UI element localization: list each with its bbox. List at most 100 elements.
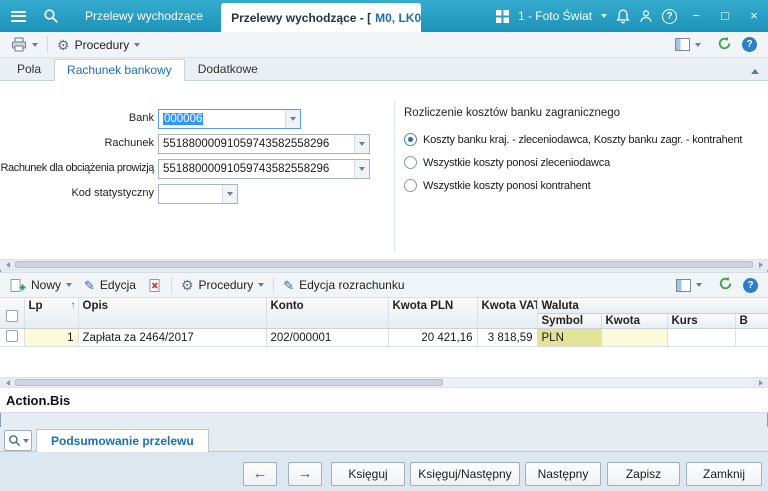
bank-combobox[interactable]: 000006 (158, 109, 301, 129)
grid-horizontal-scrollbar (0, 377, 768, 388)
cell-konto[interactable]: 202/000001 (266, 328, 389, 347)
scrollbar-thumb[interactable] (15, 379, 444, 386)
zapisz-button[interactable]: Zapisz (607, 462, 680, 486)
column-header-symbol[interactable]: Symbol (537, 313, 602, 329)
radio-wszystkie-zleceniodawca[interactable]: Wszystkie koszty ponosi zleceniodawca (404, 156, 610, 169)
tab-podsumowanie-przelewu[interactable]: Podsumowanie przelewu (36, 429, 209, 452)
user-icon[interactable] (639, 9, 653, 23)
cell-kwota[interactable] (601, 328, 668, 347)
help-icon[interactable]: ? (662, 8, 677, 24)
chevron-down-icon[interactable] (354, 135, 369, 153)
tab-przelewy-wychodzace[interactable]: Przelewy wychodzące (75, 9, 213, 23)
row-checkbox[interactable] (5, 330, 18, 342)
window-minimize-button[interactable]: − (686, 1, 706, 31)
chevron-down-icon[interactable] (32, 42, 38, 47)
cell-kwota-vat[interactable]: 3 818,59 (477, 328, 538, 347)
radio-koszty-kraj-zagr[interactable]: Koszty banku kraj. - zleceniodawca, Kosz… (404, 133, 742, 146)
help-button[interactable]: ? (743, 277, 758, 293)
column-group-waluta[interactable]: Waluta (537, 298, 768, 314)
print-button[interactable] (5, 35, 44, 54)
cell-lp[interactable]: 1 (24, 328, 79, 347)
nastepny-button[interactable]: Następny (525, 462, 601, 486)
company-selector[interactable]: 1 - Foto Świat (518, 9, 592, 23)
chevron-down-icon[interactable] (222, 185, 237, 203)
scroll-left-arrow[interactable] (0, 378, 15, 387)
cost-group-title: Rozliczenie kosztów banku zagranicznego (404, 107, 621, 119)
cell-symbol[interactable]: PLN (537, 328, 602, 347)
scroll-left-arrow[interactable] (0, 260, 15, 269)
select-all-header[interactable] (0, 298, 25, 329)
edycja-button[interactable]: ✎ Edycja (78, 276, 142, 294)
document-plus-icon (10, 278, 26, 292)
window-maximize-button[interactable]: □ (715, 1, 735, 31)
pencil-icon: ✎ (84, 277, 95, 293)
window-close-button[interactable]: × (744, 1, 764, 31)
column-header-lp[interactable]: Lp ↑ (24, 298, 79, 329)
column-header-kwota-pln[interactable]: Kwota PLN (388, 298, 478, 329)
delete-button[interactable] (142, 276, 168, 295)
apps-grid-icon[interactable] (495, 9, 509, 23)
chevron-down-icon (696, 283, 702, 287)
cell-kurs[interactable] (667, 328, 736, 347)
cell-opis[interactable]: Zapłata za 2464/2017 (78, 328, 267, 347)
summary-view-button[interactable] (4, 430, 32, 451)
column-header-konto[interactable]: Konto (266, 298, 389, 329)
titlebar: Przelewy wychodzące Przelewy wychodzące … (0, 0, 768, 32)
chevron-down-icon (66, 283, 73, 287)
search-icon[interactable] (43, 8, 59, 24)
ksieguj-button[interactable]: Księguj (331, 462, 405, 486)
scroll-right-arrow[interactable] (753, 378, 768, 387)
cell-b[interactable] (735, 328, 768, 347)
bottom-tab-strip: Podsumowanie przelewu (0, 427, 768, 452)
rachunek-prowizja-combobox[interactable]: 55188000091059743582558296 (158, 159, 370, 179)
help-button[interactable]: ? (742, 37, 757, 52)
chevron-down-icon[interactable] (285, 110, 300, 128)
ksieguj-nastepny-button[interactable]: Księguj/Następny (410, 462, 520, 486)
radio-wszystkie-kontrahent[interactable]: Wszystkie koszty ponosi kontrahent (404, 179, 591, 192)
next-record-button[interactable]: → (288, 462, 322, 486)
table-row[interactable]: 1 Zapłata za 2464/2017 202/000001 20 421… (0, 328, 768, 347)
chevron-down-icon[interactable] (354, 160, 369, 178)
column-header-kurs[interactable]: Kurs (667, 313, 736, 329)
select-all-checkbox[interactable] (5, 310, 18, 322)
rachunek-prowizja-label: Rachunek dla obciążenia prowizją (0, 162, 154, 174)
tab-dodatkowe[interactable]: Dodatkowe (185, 58, 271, 80)
cell-kwota-pln[interactable]: 20 421,16 (388, 328, 478, 347)
tab-title-highlight: M0, LK01 (375, 10, 422, 25)
scrollbar-thumb[interactable] (15, 261, 753, 268)
menu-icon[interactable] (11, 10, 26, 22)
tab-pola[interactable]: Pola (4, 58, 54, 80)
scrollbar-track[interactable] (15, 378, 753, 387)
rachunek-combobox[interactable]: 55188000091059743582558296 (158, 134, 370, 154)
column-header-kwota[interactable]: Kwota (601, 313, 668, 329)
kod-statystyczny-combobox[interactable] (158, 184, 238, 204)
column-header-b[interactable]: B (735, 313, 768, 329)
nowy-button[interactable]: Nowy (4, 276, 78, 295)
bank-value: 000006 (163, 113, 204, 125)
refresh-button[interactable] (717, 36, 732, 54)
collapse-panel-icon[interactable] (751, 69, 759, 74)
scrollbar-track[interactable] (15, 260, 753, 269)
rachunek-label: Rachunek (104, 137, 154, 149)
refresh-button[interactable] (718, 276, 733, 294)
chevron-down-icon[interactable] (601, 14, 607, 18)
edycja-rozrachunku-button[interactable]: ✎ Edycja rozrachunku (277, 276, 410, 294)
notifications-bell-icon[interactable] (616, 9, 630, 24)
procedury-grid-button[interactable]: ⚙ Procedury (175, 276, 270, 294)
procedury-menu-button[interactable]: ⚙ Procedury (51, 36, 146, 54)
gear-icon: ⚙ (180, 277, 194, 293)
tab-active-document[interactable]: Przelewy wychodzące - [ M0, LK01 (221, 3, 422, 32)
edycja-label: Edycja (99, 278, 136, 292)
tab-rachunek-bankowy[interactable]: Rachunek bankowy (54, 59, 185, 81)
column-header-opis[interactable]: Opis (78, 298, 267, 329)
layout-view-button[interactable] (669, 36, 707, 53)
chevron-down-icon (258, 283, 265, 287)
scroll-right-arrow[interactable] (753, 260, 768, 269)
previous-record-button[interactable]: ← (243, 462, 277, 486)
footer-bar: ← → Księguj Księguj/Następny Następny Za… (0, 452, 768, 491)
chevron-down-icon (695, 42, 701, 47)
refresh-icon (719, 276, 732, 290)
column-header-kwota-vat[interactable]: Kwota VAT (477, 298, 538, 329)
zamknij-button[interactable]: Zamknij (686, 462, 762, 486)
layout-view-button[interactable] (670, 277, 708, 294)
